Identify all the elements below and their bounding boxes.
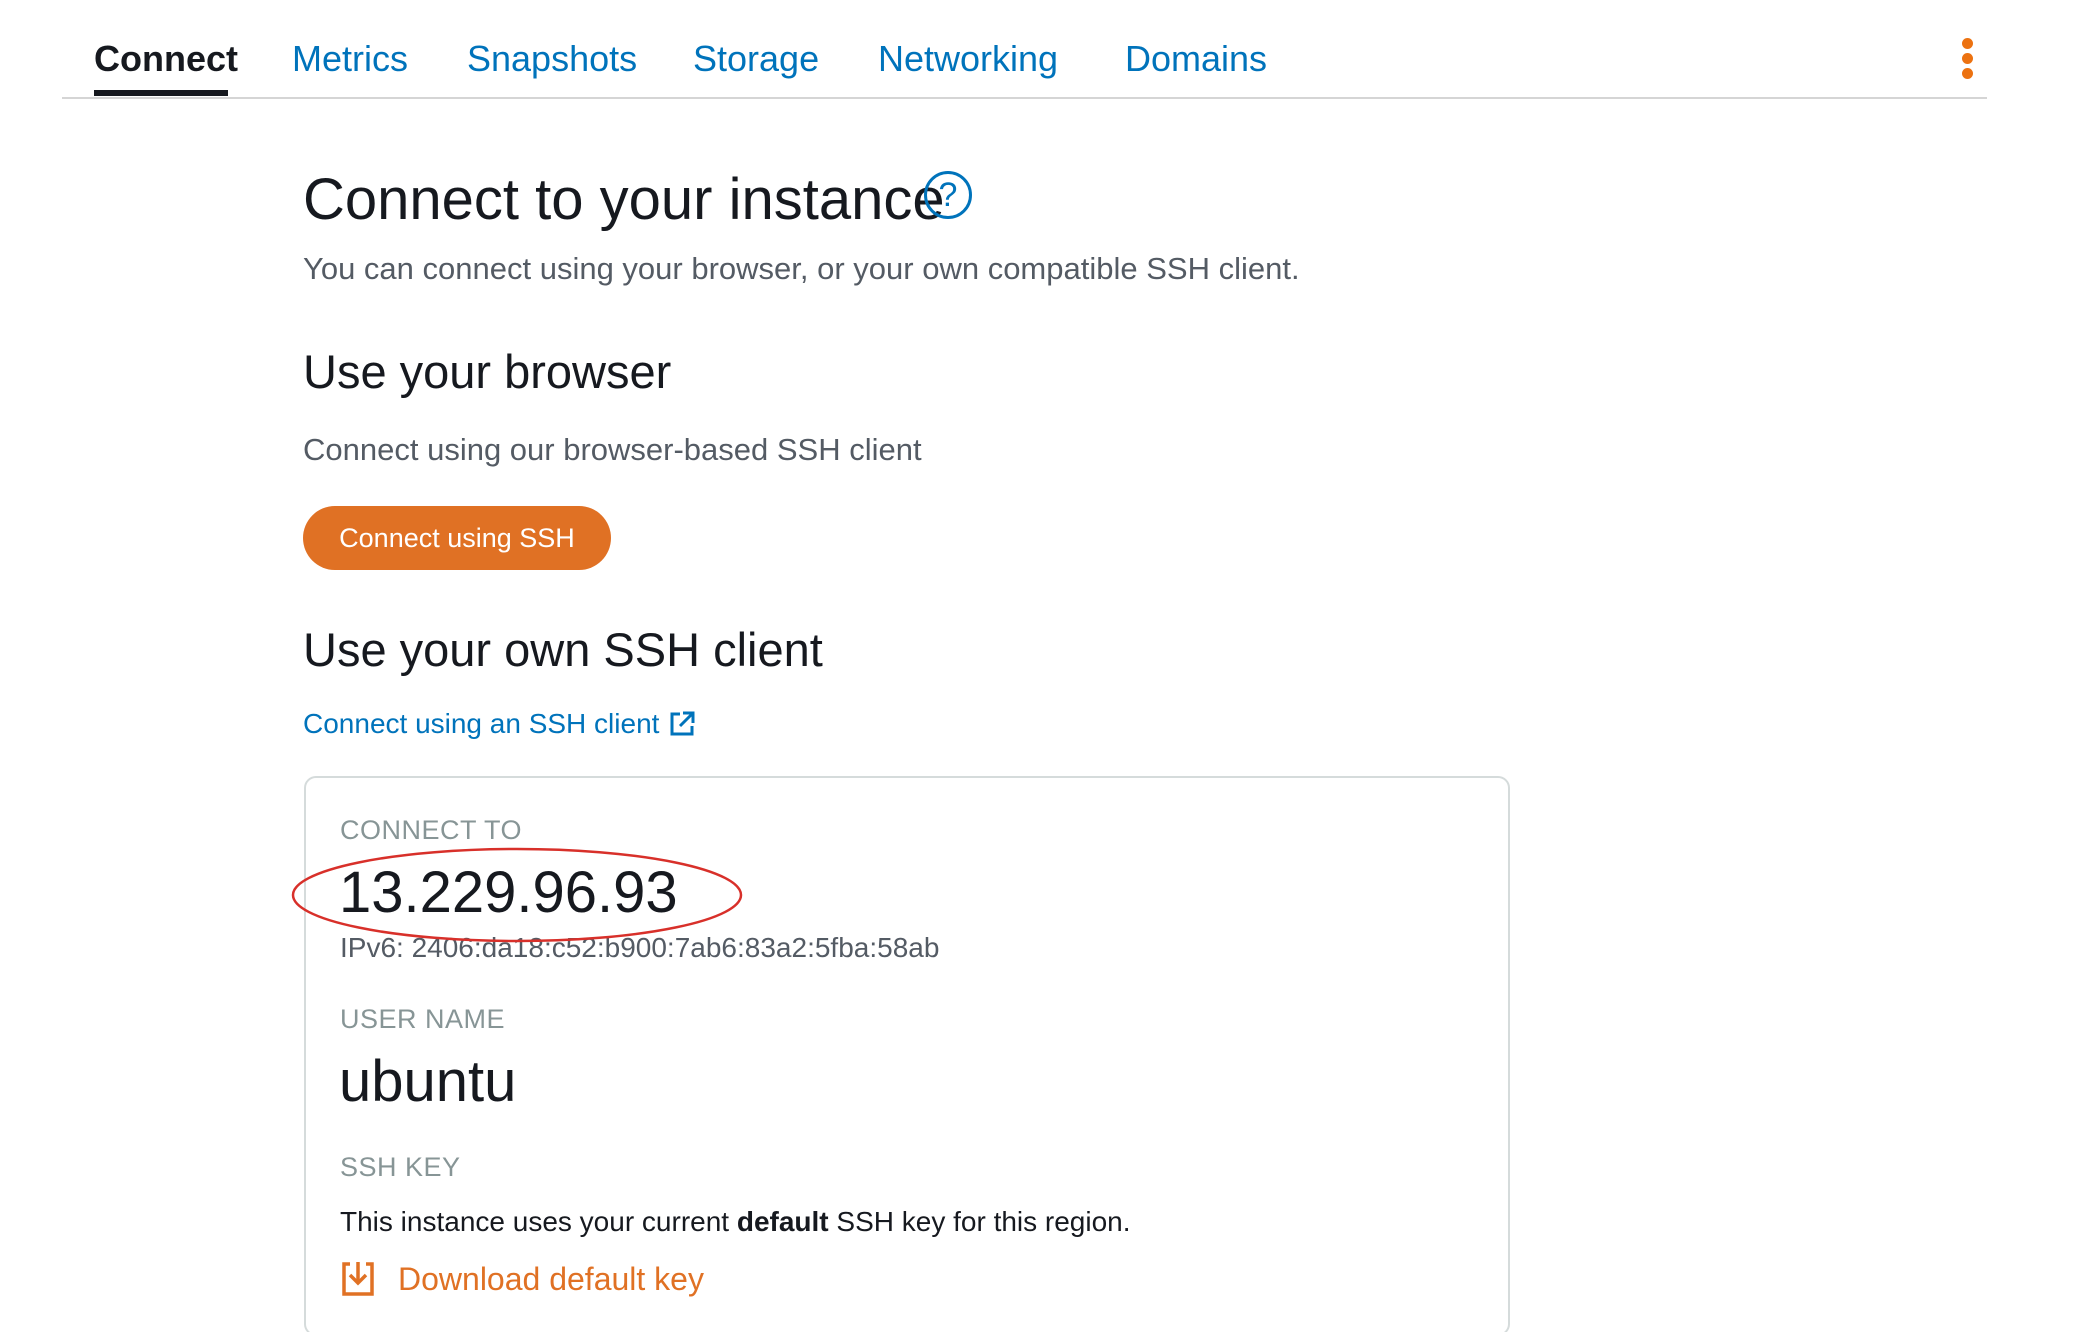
browser-section-description: Connect using our browser-based SSH clie…: [303, 432, 922, 467]
active-tab-indicator: [94, 90, 228, 96]
connection-details-card: CONNECT TO 13.229.96.93 IPv6: 2406:da18:…: [304, 776, 1510, 1332]
tab-connect[interactable]: Connect: [94, 38, 238, 80]
download-default-key-label: Download default key: [398, 1261, 704, 1297]
tab-bar: Connect Metrics Snapshots Storage Networ…: [62, 0, 1987, 99]
page-subtitle: You can connect using your browser, or y…: [303, 251, 1300, 286]
tab-metrics[interactable]: Metrics: [292, 38, 408, 80]
tab-storage[interactable]: Storage: [693, 38, 819, 80]
download-icon: [342, 1262, 374, 1296]
ipv6-address: IPv6: 2406:da18:c52:b900:7ab6:83a2:5fba:…: [340, 932, 940, 963]
ssh-key-text-end: SSH key for this region.: [828, 1206, 1131, 1237]
more-options-icon[interactable]: [1952, 36, 1982, 80]
ip-address: 13.229.96.93: [339, 860, 678, 925]
own-client-section-heading: Use your own SSH client: [303, 623, 823, 676]
tab-domains[interactable]: Domains: [1125, 38, 1267, 80]
connect-to-label: CONNECT TO: [340, 815, 523, 845]
user-name-value: ubuntu: [339, 1049, 517, 1114]
user-name-label: USER NAME: [340, 1004, 506, 1034]
ssh-client-link[interactable]: Connect using an SSH client: [303, 708, 695, 740]
ssh-key-text-start: This instance uses your current: [340, 1206, 737, 1237]
browser-section-heading: Use your browser: [303, 345, 672, 398]
page-title: Connect to your instance: [303, 167, 945, 232]
external-link-icon: [670, 711, 695, 736]
ssh-key-text-bold: default: [736, 1206, 829, 1237]
ssh-key-label: SSH KEY: [340, 1152, 461, 1182]
connect-ssh-button[interactable]: Connect using SSH: [303, 506, 611, 570]
help-icon[interactable]: ?: [924, 171, 972, 219]
ssh-client-link-label: Connect using an SSH client: [303, 708, 660, 739]
tab-networking[interactable]: Networking: [878, 38, 1058, 80]
ssh-key-description: This instance uses your current default …: [340, 1206, 1131, 1238]
tab-snapshots[interactable]: Snapshots: [467, 38, 637, 80]
